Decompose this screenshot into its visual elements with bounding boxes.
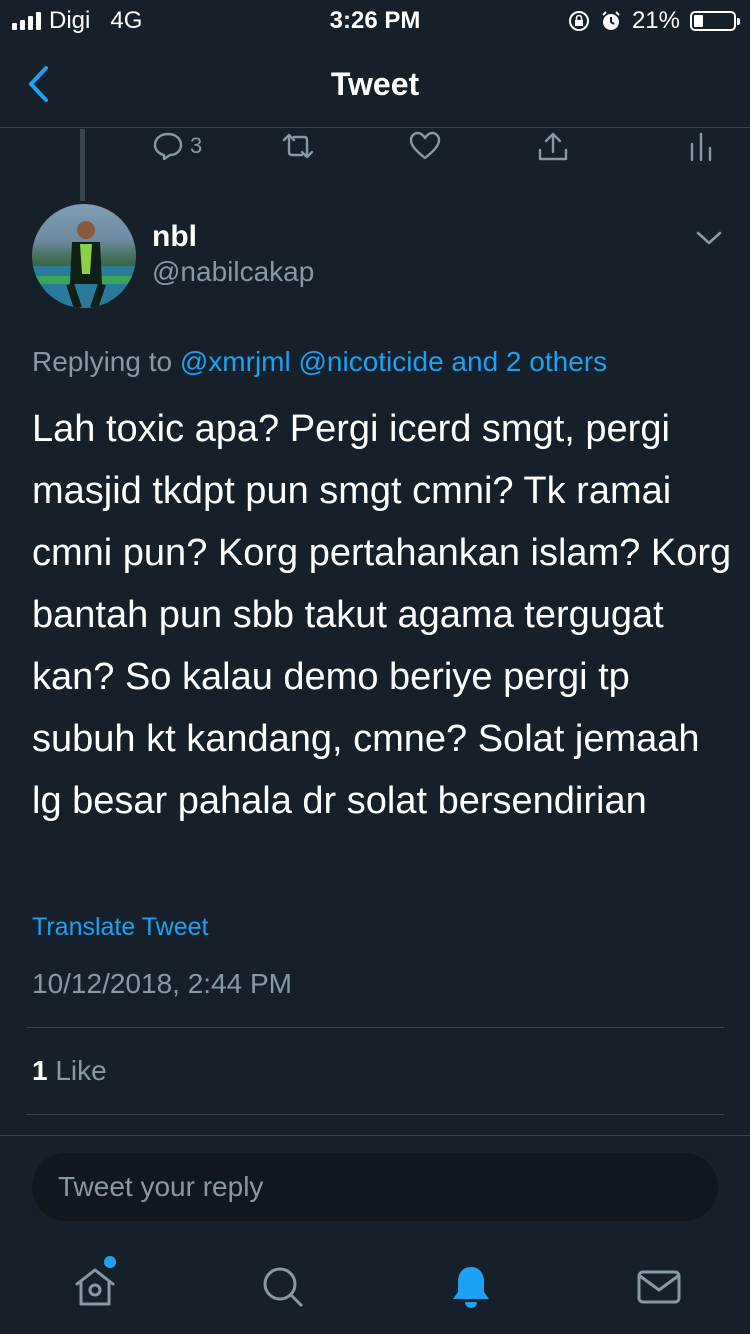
- battery-icon: [690, 11, 740, 31]
- reply-input[interactable]: [32, 1153, 718, 1221]
- replying-prefix: Replying to: [32, 346, 173, 377]
- bell-icon: [453, 1267, 489, 1308]
- retweet-button[interactable]: [280, 130, 316, 162]
- like-label: Like: [55, 1055, 107, 1086]
- alarm-icon: [602, 11, 620, 30]
- reply-count: 3: [190, 133, 203, 158]
- tab-home[interactable]: [70, 1256, 120, 1312]
- retweet-icon: [282, 133, 314, 159]
- likes-summary[interactable]: 1 Like: [32, 1055, 107, 1087]
- tweet-text: Lah toxic apa? Pergi icerd smgt, pergi m…: [32, 408, 732, 822]
- replying-to: Replying to @xmrjml @nicoticide and 2 ot…: [32, 346, 607, 378]
- status-right: 21%: [568, 7, 740, 35]
- like-count: 1: [32, 1055, 48, 1086]
- author-handle[interactable]: @nabilcakap: [152, 256, 314, 288]
- reply-icon: [153, 132, 183, 161]
- status-bar: Digi 4G 3:26 PM 21%: [0, 0, 750, 40]
- parent-action-row: 3: [0, 128, 750, 168]
- avatar-photo: [32, 221, 136, 308]
- tab-search[interactable]: [258, 1262, 308, 1312]
- tweet-timestamp: 10/12/2018, 2:44 PM: [32, 968, 292, 999]
- author-name[interactable]: nbl: [152, 220, 197, 254]
- nav-bar: Tweet: [0, 40, 750, 128]
- tab-bar: [0, 1240, 750, 1334]
- heart-icon: [409, 131, 441, 160]
- search-icon: [263, 1267, 303, 1307]
- chevron-down-icon[interactable]: [694, 226, 724, 250]
- page-title: Tweet: [330, 66, 420, 102]
- tab-notifications[interactable]: [446, 1262, 496, 1312]
- home-notification-dot: [104, 1256, 116, 1268]
- share-button[interactable]: [536, 130, 570, 164]
- divider: [26, 1027, 724, 1028]
- share-icon: [538, 132, 568, 161]
- mail-icon: [637, 1270, 681, 1304]
- rotation-lock-icon: [568, 11, 589, 31]
- tab-messages[interactable]: [634, 1262, 684, 1312]
- reply-button[interactable]: 3: [152, 130, 202, 162]
- battery-percent: 21%: [631, 7, 680, 34]
- home-icon: [75, 1268, 115, 1306]
- divider: [26, 1114, 724, 1115]
- like-button[interactable]: [408, 130, 442, 162]
- replying-to-link[interactable]: @xmrjml @nicoticide and 2 others: [180, 346, 607, 377]
- analytics-icon: [690, 132, 712, 162]
- translate-tweet-link[interactable]: Translate Tweet: [32, 913, 208, 942]
- reply-bar: [0, 1135, 750, 1235]
- analytics-button[interactable]: [688, 130, 714, 162]
- avatar[interactable]: [32, 204, 136, 308]
